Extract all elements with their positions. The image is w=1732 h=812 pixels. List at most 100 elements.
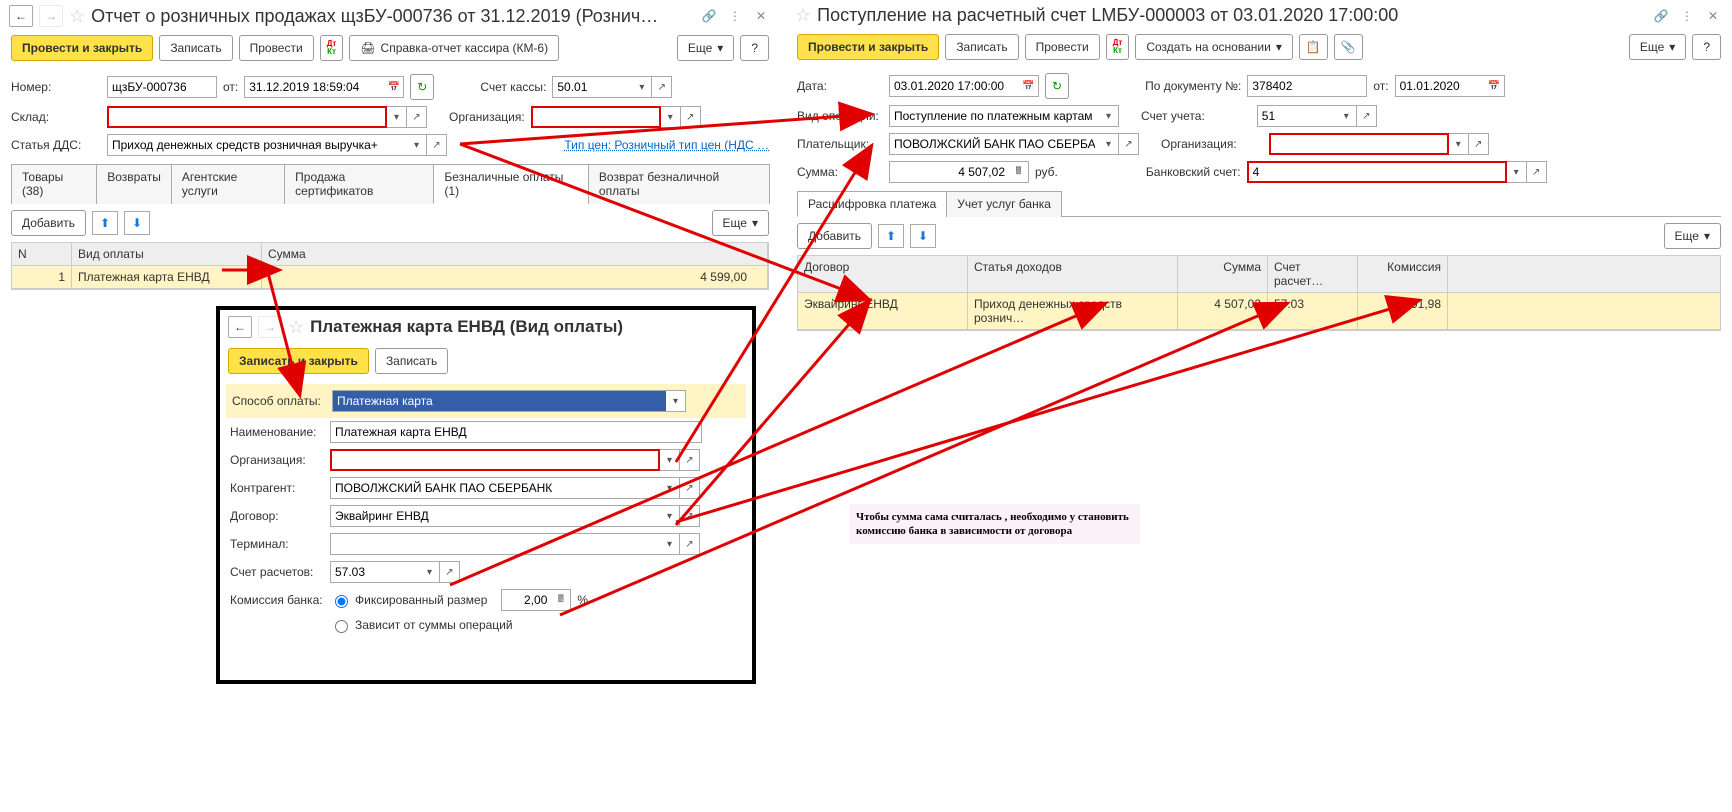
link-icon[interactable]: 🔗	[699, 6, 719, 26]
dtkt-button[interactable]: ДтКт	[320, 35, 344, 61]
create-based-button[interactable]: Создать на основании ▾	[1135, 34, 1293, 60]
open-icon[interactable]: ↗	[407, 106, 427, 128]
fee-fixed-option[interactable]: Фиксированный размер	[330, 592, 487, 608]
dropdown-icon[interactable]: ▾	[660, 505, 680, 527]
write-button[interactable]: Записать	[375, 348, 448, 374]
acc-input[interactable]	[1257, 105, 1337, 127]
attach-icon[interactable]: 📎	[1334, 34, 1363, 60]
post-button[interactable]: Провести	[239, 35, 314, 61]
more-icon[interactable]: ⋮	[725, 6, 745, 26]
tab-returns[interactable]: Возвраты	[96, 164, 172, 204]
method-input[interactable]	[332, 390, 666, 412]
payer-input[interactable]	[889, 133, 1099, 155]
doc-input[interactable]	[1247, 75, 1367, 97]
dropdown-icon[interactable]: ▾	[420, 561, 440, 583]
close-icon[interactable]: ✕	[751, 6, 771, 26]
dropdown-icon[interactable]: ▾	[1507, 161, 1527, 183]
acc-input[interactable]	[330, 561, 420, 583]
calendar-icon[interactable]: 📅	[384, 76, 404, 98]
tab-goods[interactable]: Товары (38)	[11, 164, 97, 204]
contract-input[interactable]	[330, 505, 660, 527]
tab-cert[interactable]: Продажа сертификатов	[284, 164, 434, 204]
open-icon[interactable]: ↗	[1469, 133, 1489, 155]
star-icon[interactable]: ☆	[69, 6, 85, 27]
dropdown-icon[interactable]: ▾	[661, 106, 681, 128]
move-down-icon[interactable]: ⬇	[910, 224, 936, 248]
fee-input[interactable]	[501, 589, 551, 611]
price-type-link[interactable]: Тип цен: Розничный тип цен (НДС …	[564, 138, 769, 152]
more-button[interactable]: Еще ▾	[677, 35, 734, 61]
open-icon[interactable]: ↗	[652, 76, 672, 98]
calendar-icon[interactable]: 📅	[1019, 75, 1039, 97]
table-row[interactable]: 1 Платежная карта ЕНВД 4 599,00	[12, 266, 768, 289]
dropdown-icon[interactable]: ▾	[660, 533, 680, 555]
commit-close-button[interactable]: Провести и закрыть	[797, 34, 939, 60]
tab-cashless[interactable]: Безналичные оплаты (1)	[433, 164, 589, 204]
name-input[interactable]	[330, 421, 702, 443]
more-button[interactable]: Еще ▾	[1629, 34, 1686, 60]
org-input[interactable]	[330, 449, 660, 471]
commit-close-button[interactable]: Записать и закрыть	[228, 348, 369, 374]
report-button[interactable]: 🖨 Справка-отчет кассира (КМ-6)	[349, 35, 559, 61]
commit-close-button[interactable]: Провести и закрыть	[11, 35, 153, 61]
tab-decode[interactable]: Расшифровка платежа	[797, 191, 947, 217]
bank-input[interactable]	[1247, 161, 1507, 183]
nav-back[interactable]: ←	[228, 316, 252, 338]
org-input[interactable]	[1269, 133, 1449, 155]
write-button[interactable]: Записать	[945, 34, 1018, 60]
star-icon[interactable]: ☆	[795, 5, 811, 26]
link-icon[interactable]: 🔗	[1651, 6, 1671, 26]
open-icon[interactable]: ↗	[427, 134, 447, 156]
star-icon[interactable]: ☆	[288, 317, 304, 338]
refresh-icon[interactable]: ↻	[1045, 73, 1069, 99]
add-button[interactable]: Добавить	[11, 210, 86, 236]
fee-dep-option[interactable]: Зависит от суммы операций	[330, 617, 513, 633]
dropdown-icon[interactable]: ▾	[1449, 133, 1469, 155]
open-icon[interactable]: ↗	[681, 106, 701, 128]
calc-icon[interactable]: 🖩	[1009, 161, 1029, 183]
move-down-icon[interactable]: ⬇	[124, 211, 150, 235]
dropdown-icon[interactable]: ▾	[660, 477, 680, 499]
calendar-icon[interactable]: 📅	[1485, 75, 1505, 97]
dropdown-icon[interactable]: ▾	[666, 390, 686, 412]
move-up-icon[interactable]: ⬆	[92, 211, 118, 235]
cash-input[interactable]	[552, 76, 632, 98]
help-button[interactable]: ?	[740, 35, 769, 61]
open-icon[interactable]: ↗	[1119, 133, 1139, 155]
dropdown-icon[interactable]: ▾	[632, 76, 652, 98]
open-icon[interactable]: ↗	[1527, 161, 1547, 183]
dropdown-icon[interactable]: ▾	[1099, 133, 1119, 155]
docdate-input[interactable]	[1395, 75, 1485, 97]
help-button[interactable]: ?	[1692, 34, 1721, 60]
open-icon[interactable]: ↗	[440, 561, 460, 583]
more-icon[interactable]: ⋮	[1677, 6, 1697, 26]
nav-back[interactable]: ←	[9, 5, 33, 27]
date-input[interactable]	[244, 76, 384, 98]
table-row[interactable]: Эквайринг ЕНВД Приход денежных средств р…	[798, 293, 1720, 330]
date-input[interactable]	[889, 75, 1019, 97]
open-icon[interactable]: ↗	[680, 505, 700, 527]
post-button[interactable]: Провести	[1025, 34, 1100, 60]
dtkt-button[interactable]: ДтКт	[1106, 34, 1130, 60]
move-up-icon[interactable]: ⬆	[878, 224, 904, 248]
sum-input[interactable]	[889, 161, 1009, 183]
refresh-icon[interactable]: ↻	[410, 74, 434, 100]
add-button[interactable]: Добавить	[797, 223, 872, 249]
more-button[interactable]: Еще ▾	[712, 210, 769, 236]
kontr-input[interactable]	[330, 477, 660, 499]
op-input[interactable]	[889, 105, 1099, 127]
term-input[interactable]	[330, 533, 660, 555]
store-input[interactable]	[107, 106, 387, 128]
write-button[interactable]: Записать	[159, 35, 232, 61]
tab-agent[interactable]: Агентские услуги	[171, 164, 285, 204]
number-input[interactable]	[107, 76, 217, 98]
tab-bankserv[interactable]: Учет услуг банка	[946, 191, 1062, 217]
list-icon[interactable]: 📋	[1299, 34, 1328, 60]
close-icon[interactable]: ✕	[1703, 6, 1723, 26]
dropdown-icon[interactable]: ▾	[1337, 105, 1357, 127]
org-input[interactable]	[531, 106, 661, 128]
dropdown-icon[interactable]: ▾	[660, 449, 680, 471]
dropdown-icon[interactable]: ▾	[407, 134, 427, 156]
open-icon[interactable]: ↗	[680, 533, 700, 555]
open-icon[interactable]: ↗	[1357, 105, 1377, 127]
